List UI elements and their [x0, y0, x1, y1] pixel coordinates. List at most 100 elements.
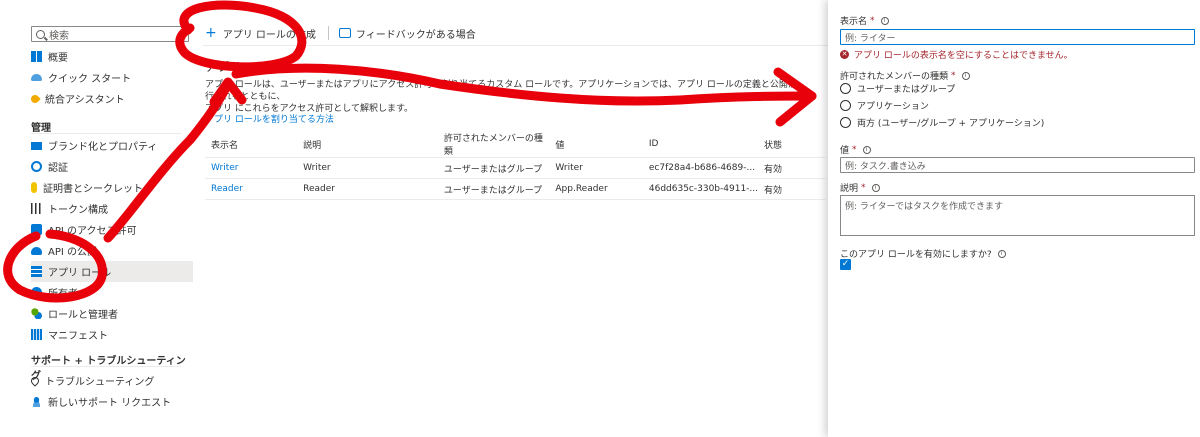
col-header-display-name[interactable]: 表示名 — [205, 131, 298, 158]
cell-value: App.Reader — [549, 178, 643, 200]
value-input[interactable]: 例: タスク.書き込み — [840, 157, 1195, 173]
display-name-placeholder: 例: ライター — [845, 33, 896, 44]
value-label-text: 値 — [840, 146, 850, 156]
info-icon[interactable]: i — [997, 249, 1006, 258]
command-bar: + アプリ ロールの作成 フィードバックがある場合 — [205, 24, 476, 42]
info-icon[interactable]: i — [880, 16, 889, 25]
nav-item-label: 所有者 — [48, 289, 78, 300]
nav-item-label: ブランド化とプロパティ — [48, 142, 158, 153]
nav-section-manage: 管理 — [31, 123, 51, 134]
manifest-icon — [31, 329, 42, 340]
roles-admins-icon — [31, 308, 42, 319]
cell-state: 有効 — [758, 157, 825, 179]
nav-divider — [31, 366, 181, 367]
nav-item-label: アプリ ロール — [48, 268, 112, 279]
nav-item-branding[interactable]: ブランド化とプロパティ — [31, 135, 193, 156]
member-types-label: 許可されたメンバーの種類 * i — [840, 69, 970, 82]
howto-link[interactable]: アプリ ロールを割り当てる方法 — [205, 112, 334, 125]
nav-item-label: 統合アシスタント — [45, 95, 125, 106]
nav-item-certificates[interactable]: 証明書とシークレット — [31, 177, 193, 198]
nav-item-app-roles[interactable]: アプリ ロール — [31, 261, 193, 282]
enable-label: このアプリ ロールを有効にしますか? i — [840, 247, 1006, 260]
info-icon[interactable]: i — [871, 183, 880, 192]
table-row[interactable]: Reader Reader ユーザーまたはグループ App.Reader 46d… — [205, 178, 825, 200]
display-name-label-text: 表示名 — [840, 17, 868, 27]
nav-item-integration-assistant[interactable]: 統合アシスタント — [29, 88, 193, 109]
enable-checkbox[interactable]: ✓ — [840, 259, 851, 270]
required-asterisk: * — [951, 70, 956, 81]
nav-item-label: トラブルシューティング — [45, 377, 155, 388]
nav-item-overview[interactable]: 概要 — [31, 46, 193, 67]
display-name-input[interactable]: 例: ライター — [840, 29, 1195, 45]
nav-item-token-config[interactable]: トークン構成 — [31, 198, 193, 219]
support-icon — [31, 396, 42, 407]
cell-member-types: ユーザーまたはグループ — [437, 157, 550, 179]
display-name-error: ✕ アプリ ロールの表示名を空にすることはできません。 — [840, 48, 1073, 61]
nav-item-quickstart[interactable]: クイック スタート — [31, 67, 193, 88]
value-label: 値 * i — [840, 143, 871, 156]
cloud-api-icon — [31, 246, 42, 255]
cloud-icon — [31, 74, 42, 81]
main-content: + アプリ ロールの作成 フィードバックがある場合 アプリ ロール アプリ ロー… — [195, 0, 828, 437]
nav-item-label: トークン構成 — [48, 205, 108, 216]
wrench-icon — [29, 374, 41, 387]
description-textarea[interactable]: 例: ライターではタスクを作成できます — [840, 195, 1195, 236]
plus-icon: + — [205, 25, 217, 41]
create-app-role-button[interactable]: + アプリ ロールの作成 — [205, 26, 316, 41]
page-title: アプリ ロール — [205, 60, 281, 74]
command-separator — [327, 26, 329, 40]
cell-id: ec7f28a4-b686-4689-... — [642, 157, 758, 179]
table-header-row: 表示名 説明 許可されたメンバーの種類 値 ID 状態 — [205, 131, 825, 158]
page-description: アプリ ロールは、ユーザーまたはアプリにアクセス許可を割り当てるカスタム ロール… — [205, 79, 805, 115]
radio-applications[interactable]: アプリケーション — [840, 99, 929, 112]
app-roles-table: 表示名 説明 許可されたメンバーの種類 値 ID 状態 Writer Write… — [205, 131, 825, 200]
nav-item-troubleshooting[interactable]: トラブルシューティング — [29, 370, 193, 391]
cell-display-name[interactable]: Writer — [205, 157, 298, 179]
member-types-label-text: 許可されたメンバーの種類 — [840, 72, 949, 82]
feedback-icon — [338, 28, 351, 38]
radio-label: 両方 (ユーザー/グループ + アプリケーション) — [857, 119, 1045, 129]
bars-icon — [31, 203, 42, 214]
nav-item-authentication[interactable]: 認証 — [31, 156, 193, 177]
col-header-description[interactable]: 説明 — [297, 131, 438, 158]
feedback-button[interactable]: フィードバックがある場合 — [338, 26, 476, 41]
description-label-text: 説明 — [840, 184, 859, 194]
key-icon — [31, 182, 37, 193]
api-permission-icon — [31, 224, 42, 235]
nav-item-label: クイック スタート — [48, 74, 132, 85]
col-header-id[interactable]: ID — [642, 131, 758, 158]
required-asterisk: * — [861, 182, 866, 193]
nav-item-owners[interactable]: 所有者 — [31, 282, 193, 303]
nav-item-label: 認証 — [48, 163, 68, 174]
left-nav: 検索 概要 クイック スタート 統合アシスタント 管理 ブランド化とプロパティ … — [0, 0, 195, 437]
table-row[interactable]: Writer Writer ユーザーまたはグループ Writer ec7f28a… — [205, 157, 825, 179]
radio-label: アプリケーション — [857, 102, 929, 112]
radio-users-groups[interactable]: ユーザーまたはグループ — [840, 82, 955, 95]
nav-item-label: 新しいサポート リクエスト — [48, 398, 172, 409]
nav-item-api-permissions[interactable]: API のアクセス許可 — [31, 219, 193, 240]
cell-description: Reader — [297, 178, 438, 200]
nav-item-expose-api[interactable]: API の公開 — [31, 240, 193, 261]
radio-both[interactable]: 両方 (ユーザー/グループ + アプリケーション) — [840, 116, 1044, 129]
col-header-value[interactable]: 値 — [549, 131, 643, 158]
search-input[interactable]: 検索 — [31, 26, 189, 42]
display-name-error-text: アプリ ロールの表示名を空にすることはできません。 — [854, 51, 1073, 61]
info-icon[interactable]: i — [862, 145, 871, 154]
feedback-label: フィードバックがある場合 — [355, 29, 476, 41]
nav-item-roles-admins[interactable]: ロールと管理者 — [31, 303, 193, 324]
cell-state: 有効 — [758, 178, 825, 200]
grid-icon — [31, 51, 42, 62]
value-placeholder: 例: タスク.書き込み — [845, 161, 926, 172]
cell-display-name[interactable]: Reader — [205, 178, 298, 200]
col-header-state[interactable]: 状態 — [758, 131, 825, 158]
radio-circle — [840, 100, 851, 111]
nav-divider — [31, 133, 181, 134]
nav-item-label: 概要 — [48, 53, 68, 64]
nav-item-label: 証明書とシークレット — [43, 184, 143, 195]
nav-item-new-support-request[interactable]: 新しいサポート リクエスト — [31, 391, 193, 412]
nav-item-manifest[interactable]: マニフェスト — [31, 324, 193, 345]
cell-value: Writer — [549, 157, 643, 179]
info-icon[interactable]: i — [961, 71, 970, 80]
rocket-icon — [29, 92, 41, 105]
col-header-member-types[interactable]: 許可されたメンバーの種類 — [437, 131, 550, 158]
